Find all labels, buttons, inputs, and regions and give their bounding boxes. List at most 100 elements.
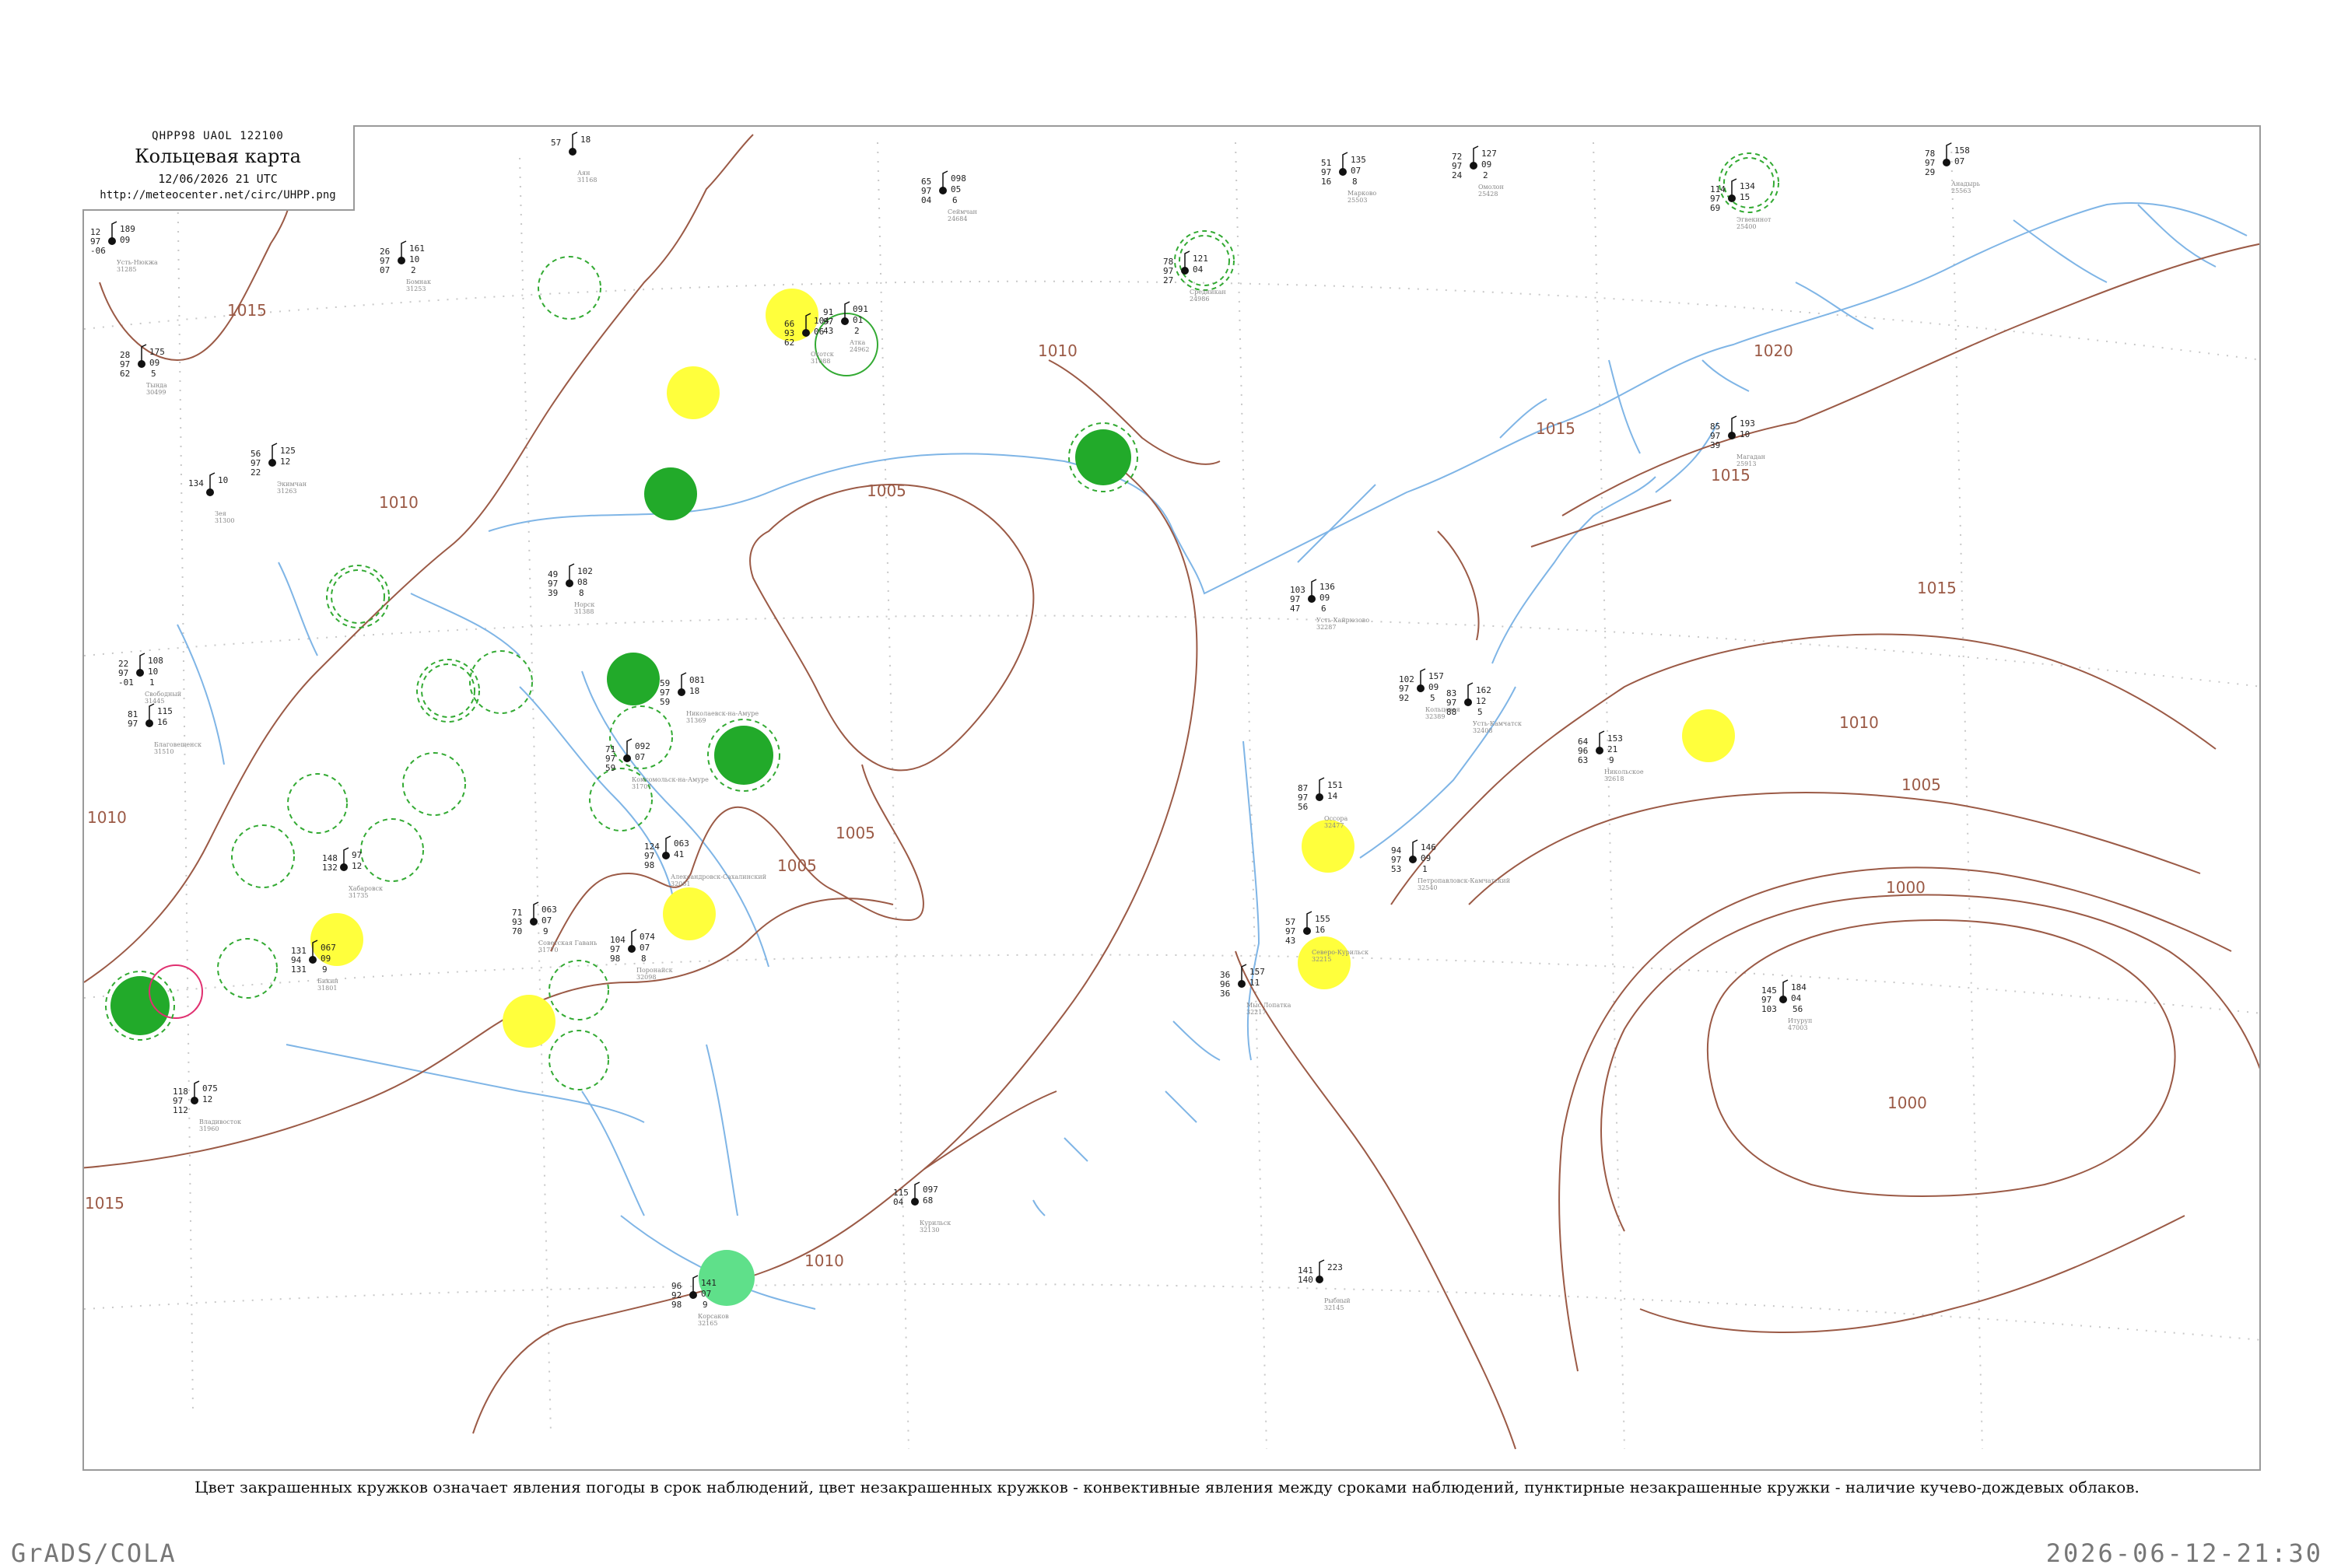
station-25503[interactable]: 51 13597 0716 8Марково25503 bbox=[1321, 152, 1376, 204]
station-code: 31088 bbox=[811, 358, 830, 365]
station-value: 18 bbox=[580, 135, 591, 145]
station-value: 063 bbox=[674, 838, 689, 849]
station-25913[interactable]: 85 19397 1039Магадан25913 bbox=[1710, 415, 1765, 467]
station-25400[interactable]: 114 13497 1569Эгвекинот25400 bbox=[1710, 178, 1772, 230]
station-value: 8 bbox=[641, 954, 647, 964]
station-value: 162 bbox=[1476, 685, 1491, 695]
station-value: 39 bbox=[1710, 440, 1720, 450]
station-code: 32287 bbox=[1316, 624, 1336, 631]
station-value: 43 bbox=[1285, 936, 1295, 946]
fog-circle bbox=[503, 995, 555, 1048]
station-value: 04 bbox=[1193, 264, 1204, 275]
station-value: 98 bbox=[671, 1300, 682, 1310]
isobar-label: 1010 bbox=[379, 493, 419, 512]
station-31253[interactable]: 26 16197 1007 2Бомнак31253 bbox=[380, 240, 431, 292]
station-name: Советская Гавань bbox=[538, 940, 598, 947]
station-value: -01 bbox=[118, 677, 134, 688]
weather-circles bbox=[105, 152, 1779, 1306]
station-25563[interactable]: 78 15897 0729Анадырь25563 bbox=[1925, 142, 1981, 194]
station-value: 14 bbox=[1327, 791, 1338, 801]
station-31168[interactable]: 57 18 Аян31168 bbox=[551, 131, 597, 184]
station-value: 103 bbox=[1761, 1004, 1777, 1014]
station-value: 12 bbox=[352, 861, 362, 871]
station-31960[interactable]: 118 07597 12112Владивосток31960 bbox=[173, 1080, 241, 1132]
station-value: 04 bbox=[921, 195, 932, 205]
station-code: 31253 bbox=[406, 285, 426, 292]
synoptic-map[interactable]: 1015101010051005100510101010101510101015… bbox=[84, 127, 2261, 1471]
station-31510[interactable]: 81 11597 16Благовещенск31510 bbox=[128, 703, 202, 755]
isobar-1005-cell bbox=[749, 483, 1035, 772]
station-name: Итуруп bbox=[1788, 1017, 1812, 1024]
station-32540[interactable]: 94 14697 0953 1Петропавловск-Камчатский3254… bbox=[1391, 839, 1510, 891]
station-value: 102 bbox=[577, 566, 593, 576]
station-value: 97 bbox=[352, 850, 362, 860]
station-name: Северо-Курильск bbox=[1312, 949, 1369, 956]
station-value: 132 bbox=[322, 863, 338, 873]
isobar-labels: 1015101010051005100510101010101510101015… bbox=[85, 301, 1957, 1270]
station-value: 135 bbox=[1351, 155, 1366, 165]
station-value: 05 bbox=[951, 184, 961, 194]
station-30499[interactable]: 28 17597 0962 5Тында30499 bbox=[120, 344, 167, 396]
station-value: 07 bbox=[380, 265, 390, 275]
station-value: 157 bbox=[1249, 967, 1265, 977]
station-code: 24986 bbox=[1190, 296, 1209, 303]
station-31369[interactable]: 59 08197 1859Николаевск-на-Амуре31369 bbox=[660, 672, 759, 724]
station-code: 32165 bbox=[698, 1320, 717, 1327]
station-code: 25913 bbox=[1736, 460, 1756, 467]
station-31770[interactable]: 71 06393 0770 9Советская Гавань31770 bbox=[512, 901, 598, 954]
station-31285[interactable]: 12 18997 09-06Усть-Нюкжа31285 bbox=[90, 221, 158, 273]
station-value: 2 bbox=[411, 265, 416, 275]
station-code: 32098 bbox=[636, 974, 656, 981]
station-value: 09 bbox=[321, 954, 331, 964]
map-frame[interactable]: 1015 1010 1005 1005 1005 1010 1010 1015 1010 1015… bbox=[82, 125, 2261, 1471]
station-47003[interactable]: 145 18497 04103 56Итуруп47003 bbox=[1761, 979, 1812, 1031]
station-24962[interactable]: 91 09197 0143 2Атка24962 bbox=[823, 301, 869, 353]
station-value: 8 bbox=[1352, 177, 1358, 187]
fog-circle bbox=[1682, 709, 1735, 762]
station-code: 31388 bbox=[574, 608, 594, 615]
station-32287[interactable]: 103 13697 0947 6Усть-Хайрюзово32287 bbox=[1290, 579, 1369, 631]
station-code: 30499 bbox=[146, 389, 166, 396]
station-name: Курильск bbox=[920, 1220, 951, 1227]
station-24986[interactable]: 78 12197 0427Средникан24986 bbox=[1163, 250, 1226, 303]
station-value: 70 bbox=[512, 926, 522, 936]
station-value: 223 bbox=[1327, 1262, 1343, 1272]
map-url[interactable]: http://meteocenter.net/circ/UHPP.png bbox=[82, 189, 353, 201]
station-name: Бомнак bbox=[406, 278, 431, 285]
station-code: 31445 bbox=[145, 698, 164, 705]
map-date: 12/06/2026 21 UTC bbox=[158, 172, 278, 186]
station-code: 31263 bbox=[277, 488, 296, 495]
station-25428[interactable]: 72 12797 0924 2Омолон25428 bbox=[1452, 145, 1504, 198]
station-31735[interactable]: 148 97132 12Хабаровск31735 bbox=[322, 847, 383, 899]
station-name: Охотск bbox=[811, 351, 834, 358]
station-31388[interactable]: 49 10297 0839 8Норск31388 bbox=[548, 563, 594, 615]
station-value: 131 bbox=[291, 964, 307, 975]
fog-circle bbox=[663, 887, 716, 940]
station-31263[interactable]: 56 12597 1222Экимчан31263 bbox=[251, 443, 307, 495]
station-value: 6 bbox=[1321, 604, 1326, 614]
station-32145[interactable]: 141 223140Рыбный32145 bbox=[1298, 1259, 1351, 1311]
station-value: 09 bbox=[1481, 159, 1491, 170]
coastline-and-rivers bbox=[177, 202, 2248, 1310]
station-value: 127 bbox=[1481, 149, 1497, 159]
station-value: 125 bbox=[280, 446, 296, 456]
station-24684[interactable]: 65 09897 0504 6Сеймчан24684 bbox=[921, 170, 977, 222]
station-32618[interactable]: 64 15396 2163 9Никольское32618 bbox=[1578, 730, 1644, 782]
isobar-1005-south bbox=[550, 764, 924, 952]
station-31445[interactable]: 22 10897 10-01 1Свободный31445 bbox=[118, 653, 181, 705]
isobar-label: 1015 bbox=[227, 301, 267, 320]
isobar-label: 1005 bbox=[836, 824, 875, 842]
station-name: Аян bbox=[577, 170, 590, 177]
isobar-label: 1015 bbox=[1536, 419, 1575, 438]
station-32217[interactable]: 36 15796 1136Мыс Лопатка32217 bbox=[1220, 964, 1291, 1016]
station-value: 112 bbox=[173, 1105, 188, 1115]
isobar-label: 1000 bbox=[1886, 878, 1926, 897]
station-31300[interactable]: 134 10 Зея31300 bbox=[188, 472, 234, 524]
station-value: 53 bbox=[1391, 864, 1401, 874]
isobar-label: 1005 bbox=[777, 856, 817, 875]
station-32098[interactable]: 104 07497 0798 8Поронайск32098 bbox=[610, 929, 673, 981]
station-code: 32061 bbox=[671, 880, 690, 887]
station-value: 193 bbox=[1740, 418, 1755, 429]
station-32130[interactable]: 115 09704 68Курильск32130 bbox=[893, 1181, 951, 1234]
station-name: Поронайск bbox=[636, 967, 673, 974]
